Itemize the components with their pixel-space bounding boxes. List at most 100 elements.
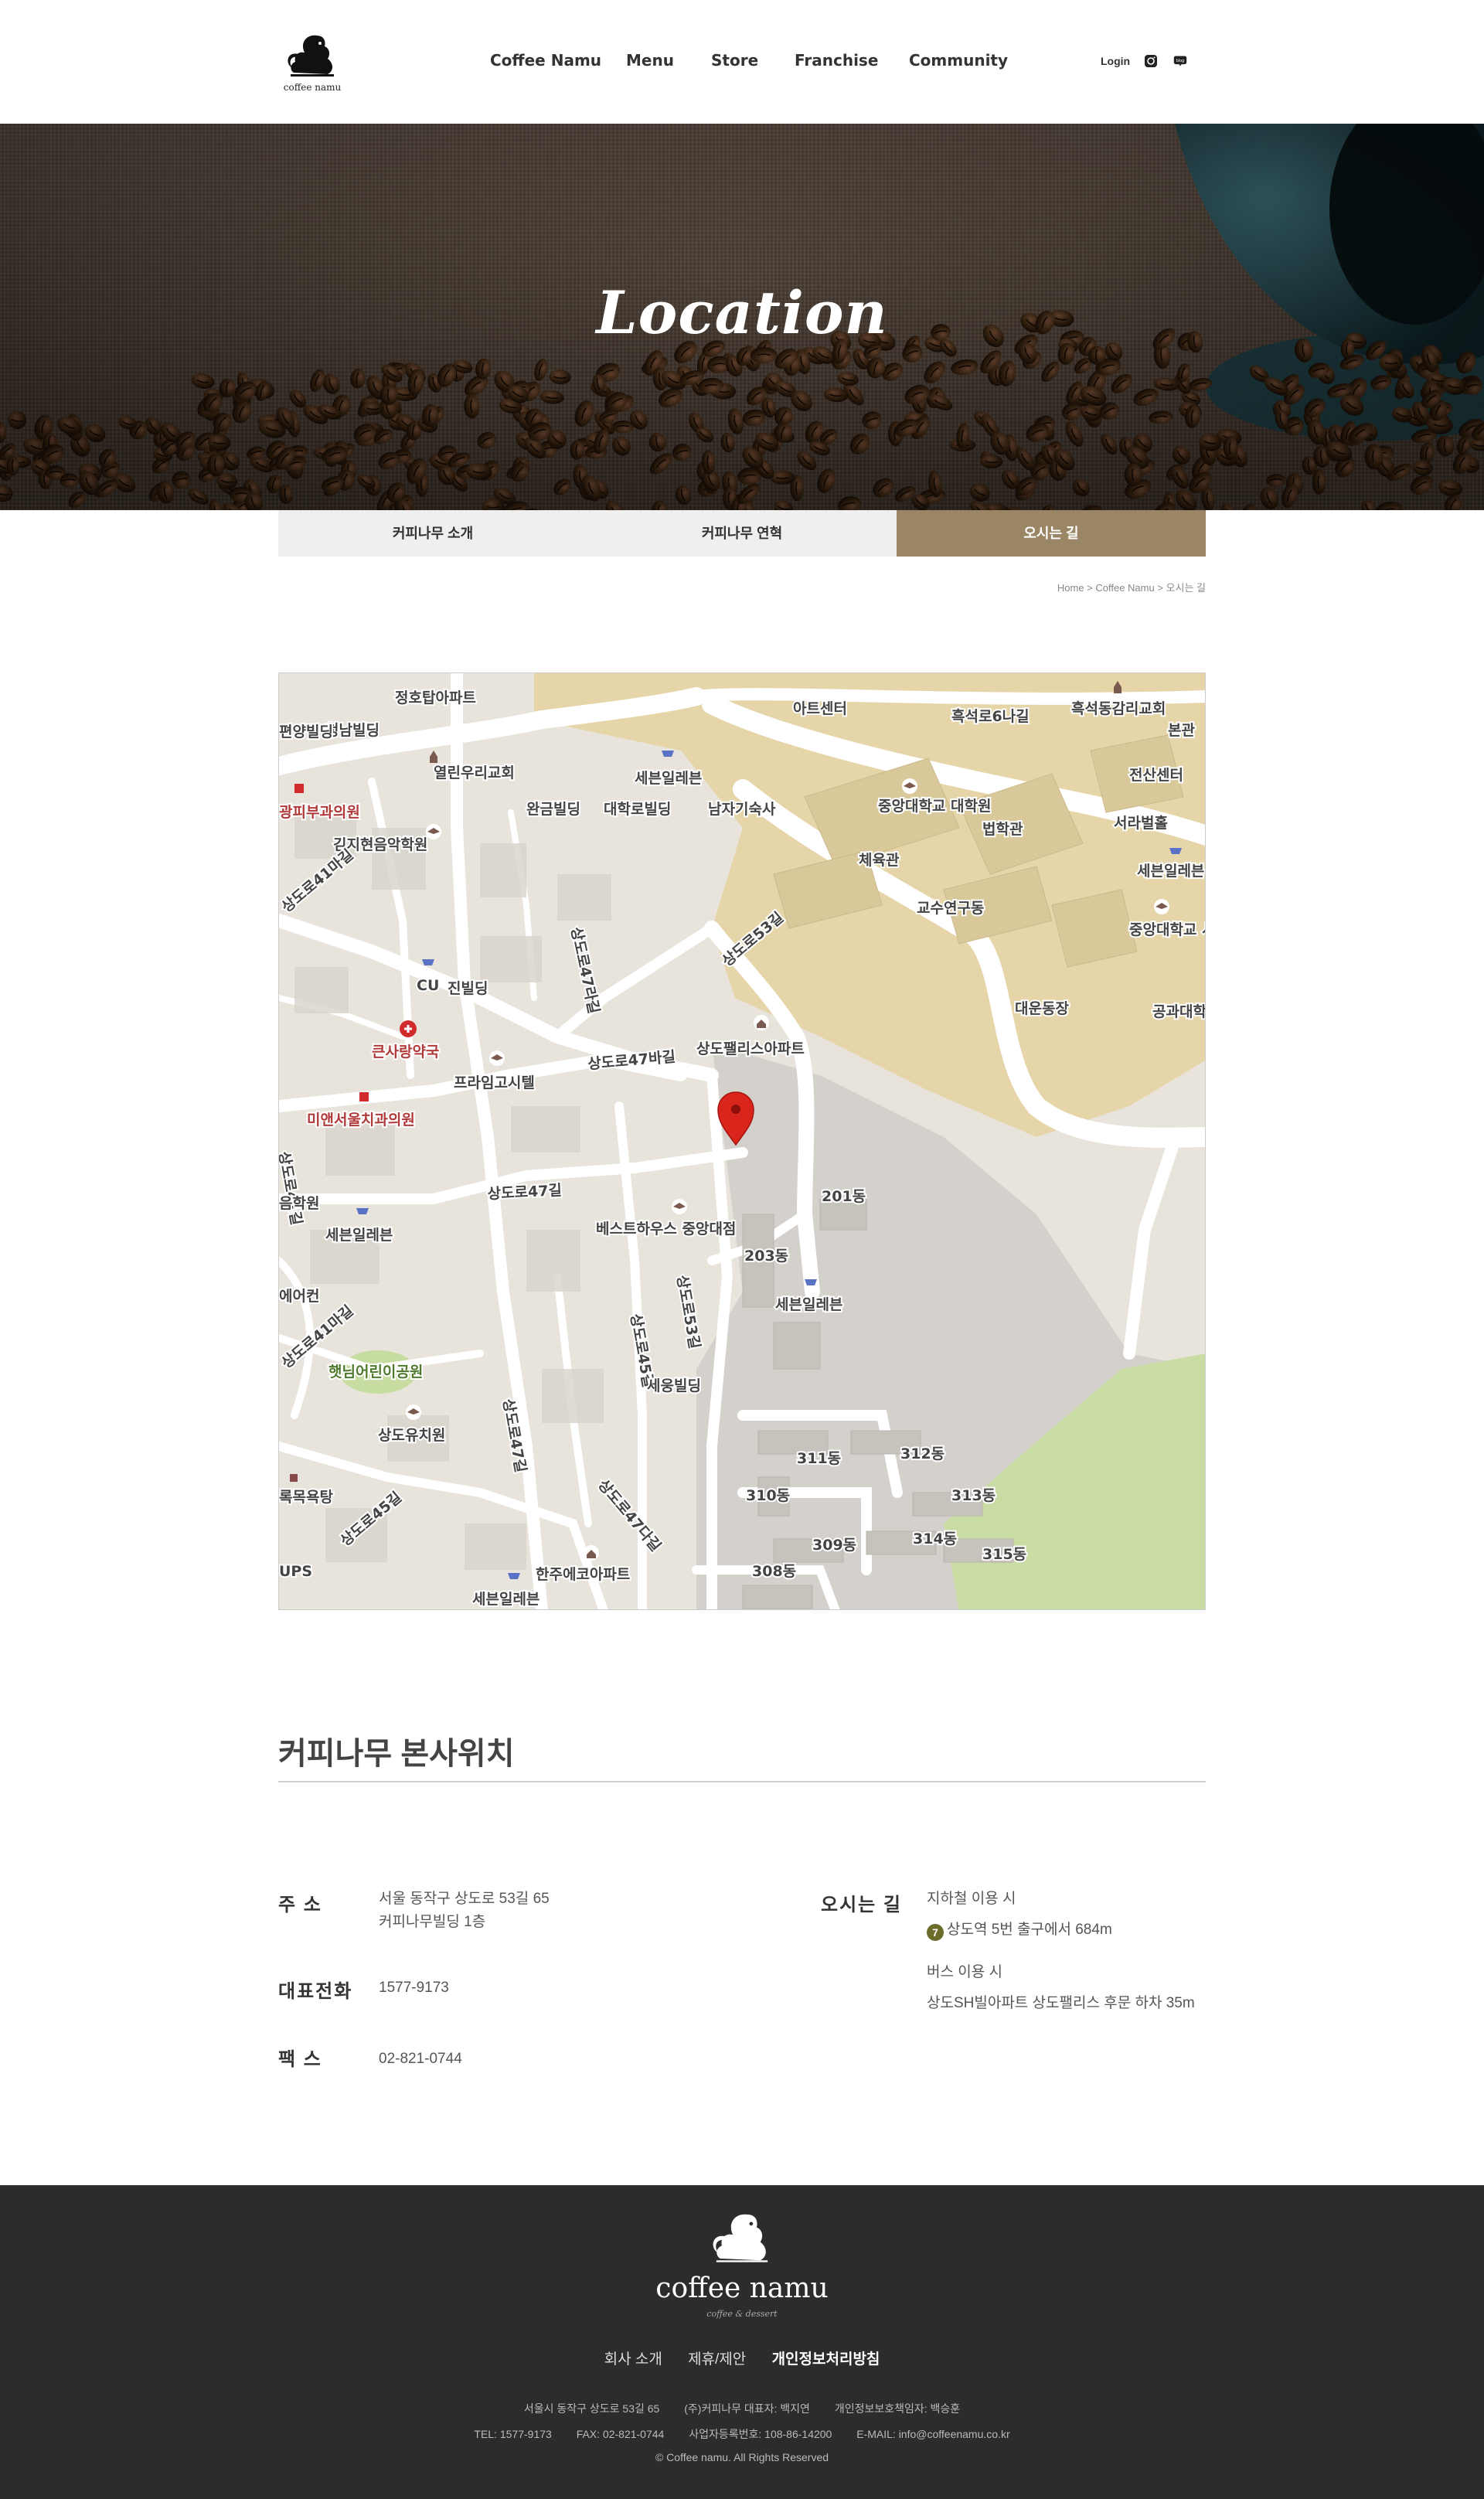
map-label: 전산센터 bbox=[1129, 767, 1183, 784]
bus-text: 상도SH빌아파트 상도팰리스 후문 하차 35m bbox=[927, 1995, 1195, 2011]
phone-value: 1577-9173 bbox=[379, 1980, 449, 1996]
footer-tagline: coffee & dessert bbox=[706, 2309, 778, 2319]
map-label: 세븐일레븐 bbox=[1137, 863, 1204, 880]
footer-tel: TEL: 1577-9173 bbox=[474, 2428, 552, 2440]
map-canvas[interactable]: 정호탑아파트청남빌딩열린우리교회 세븐일레븐완금빌딩 대학로빌딩 남자기숙사아트센터 흑… bbox=[279, 673, 1206, 1610]
map-label: 음학원 bbox=[279, 1195, 319, 1212]
footer-fax: FAX: 02-821-0744 bbox=[576, 2428, 665, 2440]
nav-menu[interactable]: Menu bbox=[626, 51, 703, 70]
map-label: 열린우리교회 bbox=[434, 764, 515, 781]
map-label: 312동 bbox=[900, 1445, 945, 1462]
bus-title: 버스 이용 시 bbox=[927, 1964, 1002, 1980]
map-label: UPS bbox=[279, 1563, 312, 1580]
map-label: 중앙대학교 서울캠 bbox=[1129, 921, 1206, 938]
footer-ceo: (주)커피나무 대표자: 백지연 bbox=[684, 2402, 810, 2415]
map-label: 본관 bbox=[1168, 722, 1195, 739]
map-label: 세웅빌딩 bbox=[647, 1377, 701, 1394]
subway-text: 상도역 5번 출구에서 684m bbox=[947, 1922, 1112, 1938]
tab-history[interactable]: 커피나무 연혁 bbox=[587, 510, 897, 557]
tab-location[interactable]: 오시는 길 bbox=[897, 510, 1206, 557]
map-label: 203동 bbox=[744, 1248, 788, 1265]
map-label: 큰사랑약국 bbox=[372, 1044, 439, 1061]
map-label: 대학로빌딩 bbox=[604, 801, 671, 818]
map-label: 체육관 bbox=[859, 852, 900, 869]
map-label: 세븐일레븐 bbox=[635, 770, 702, 787]
subway-title: 지하철 이용 시 bbox=[927, 1891, 1016, 1907]
map-label: 314동 bbox=[913, 1530, 957, 1547]
map-label: 공과대학 bbox=[1152, 1003, 1206, 1020]
map-label: 진빌딩 bbox=[448, 980, 488, 997]
map-label: 310동 bbox=[746, 1487, 790, 1504]
map-label: 중앙대학교 대학원 bbox=[878, 798, 991, 815]
map-label: 편양빌딩 bbox=[279, 723, 333, 741]
nav-store[interactable]: Store bbox=[711, 51, 788, 70]
map-label: 교수연구동 bbox=[917, 900, 984, 917]
blog-icon[interactable]: blog bbox=[1173, 54, 1187, 68]
nav-franchise[interactable]: Franchise bbox=[795, 51, 887, 70]
map-label: 세븐일레븐 bbox=[775, 1296, 842, 1313]
map-label: 서라벌홀 bbox=[1114, 814, 1168, 832]
section-divider bbox=[278, 1781, 1206, 1782]
footer-email[interactable]: E-MAIL: info@coffeenamu.co.kr bbox=[856, 2428, 1009, 2440]
map-label: 정호탑아파트 bbox=[395, 689, 476, 706]
map-label: 베스트하우스 중앙대점 bbox=[596, 1221, 736, 1238]
map-label: 한주에코아파트 bbox=[536, 1566, 630, 1583]
squirrel-logo-icon bbox=[288, 35, 334, 77]
subway-line-7-icon: 7 bbox=[927, 1924, 944, 1941]
address-label: 주 소 bbox=[278, 1895, 322, 1915]
location-map[interactable]: 정호탑아파트 청남빌딩 열린우리교회 세븐일레븐 완금빌딩 대학로빌딩 남자기숙사 아트센터 흑… bbox=[278, 672, 1206, 1610]
directions-label: 오시는 길 bbox=[821, 1895, 902, 1915]
nav-coffee-namu[interactable]: Coffee Namu bbox=[490, 51, 645, 70]
map-label: 남자기숙사 bbox=[708, 801, 776, 818]
map-label: 상도유치원 bbox=[378, 1427, 445, 1444]
map-label: 상도팰리스아파트 bbox=[696, 1040, 805, 1057]
breadcrumb: Home > Coffee Namu > 오시는 길 bbox=[1057, 582, 1206, 594]
footer-link-company[interactable]: 회사 소개 bbox=[604, 2351, 662, 2368]
section-title: 커피나무 본사위치 bbox=[278, 1737, 515, 1771]
site-header: coffee namu Coffee Namu Menu Store Franc… bbox=[0, 0, 1484, 124]
footer-link-privacy[interactable]: 개인정보처리방침 bbox=[772, 2351, 880, 2368]
map-label: 309동 bbox=[812, 1537, 856, 1554]
hero-banner: Location bbox=[0, 124, 1484, 510]
utility-links: Login blog bbox=[1101, 54, 1203, 68]
map-label: 에어컨 bbox=[279, 1288, 319, 1305]
map-label: 세븐일레븐 bbox=[325, 1227, 393, 1244]
map-label: 완금빌딩 bbox=[526, 801, 580, 818]
login-link[interactable]: Login bbox=[1101, 55, 1130, 67]
subway-info: 7 상도역 5번 출구에서 684m bbox=[927, 1919, 1112, 1942]
logo-text: coffee namu bbox=[283, 82, 342, 93]
fax-value: 02-821-0744 bbox=[379, 2051, 462, 2067]
address-line2: 커피나무빌딩 1층 bbox=[379, 1914, 486, 1930]
tab-intro[interactable]: 커피나무 소개 bbox=[278, 510, 587, 557]
map-label: 311동 bbox=[797, 1450, 841, 1467]
footer-address: 서울시 동작구 상도로 53길 65 bbox=[523, 2402, 660, 2415]
map-label: 햇님어린이공원 bbox=[328, 1364, 423, 1381]
map-label: 308동 bbox=[752, 1563, 796, 1580]
map-label: 법학관 bbox=[982, 821, 1023, 838]
map-label: 아트센터 bbox=[793, 700, 847, 717]
footer-info-row2: TEL: 1577-9173 FAX: 02-821-0744 사업자등록번호:… bbox=[0, 2426, 1484, 2442]
map-label: 프라임고시텔 bbox=[454, 1074, 535, 1091]
nav-community[interactable]: Community bbox=[909, 51, 1033, 70]
footer-copyright: © Coffee namu. All Rights Reserved bbox=[655, 2451, 829, 2463]
instagram-icon[interactable] bbox=[1144, 54, 1158, 68]
sub-tabs: 커피나무 소개 커피나무 연혁 오시는 길 bbox=[278, 510, 1206, 557]
map-label: 315동 bbox=[982, 1546, 1026, 1563]
footer-business-no: 사업자등록번호: 108-86-14200 bbox=[689, 2428, 832, 2440]
map-label: 흑석동감리교회 bbox=[1071, 700, 1166, 717]
footer-info-row1: 서울시 동작구 상도로 53길 65 (주)커피나무 대표자: 백지연 개인정보… bbox=[0, 2401, 1484, 2416]
logo[interactable]: coffee namu bbox=[283, 32, 342, 96]
footer-logo[interactable] bbox=[0, 2209, 1484, 2273]
footer-link-partnership[interactable]: 제휴/제안 bbox=[688, 2351, 746, 2368]
map-label: 록목욕탕 bbox=[279, 1489, 333, 1506]
hero-title: Location bbox=[596, 278, 888, 347]
phone-label: 대표전화 bbox=[278, 1981, 353, 2002]
map-label: 광피부과의원 bbox=[279, 804, 360, 821]
map-label: 미앤서울치과의원 bbox=[307, 1112, 415, 1129]
footer-links: 회사 소개 제휴/제안 개인정보처리방침 bbox=[0, 2347, 1484, 2368]
squirrel-logo-icon bbox=[713, 2214, 768, 2262]
map-label: 대운동장 bbox=[1015, 1000, 1069, 1017]
footer-brand: coffee namu bbox=[655, 2273, 829, 2304]
map-label: 313동 bbox=[951, 1487, 996, 1504]
svg-text:blog: blog bbox=[1176, 59, 1185, 63]
